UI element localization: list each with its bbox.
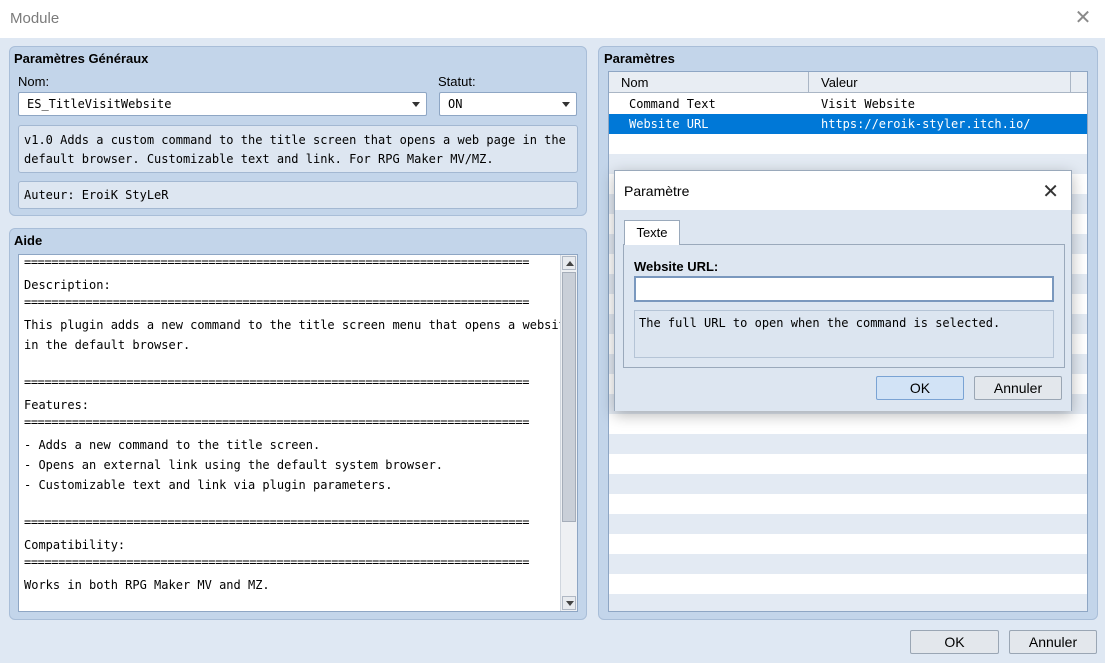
close-icon[interactable]: ✕	[1042, 179, 1059, 204]
name-label: Nom:	[18, 74, 50, 89]
help-text-area[interactable]: ========================================…	[18, 254, 578, 612]
help-separator: ========================================…	[24, 415, 530, 429]
help-separator: ========================================…	[24, 375, 530, 389]
row-name: Command Text	[629, 97, 716, 111]
help-line: in the default browser.	[24, 338, 191, 352]
help-line: This plugin adds a new command to the ti…	[24, 318, 574, 332]
dialog-cancel-button[interactable]: Annuler	[974, 376, 1062, 400]
tab-texte[interactable]: Texte	[624, 220, 680, 245]
scroll-up-button[interactable]	[562, 256, 576, 270]
dialog-body: Texte Website URL: The full URL to open …	[615, 210, 1071, 411]
chevron-down-icon	[562, 102, 570, 107]
arrow-down-icon	[566, 601, 574, 606]
help-line: Works in both RPG Maker MV and MZ.	[24, 578, 270, 592]
help-separator: ========================================…	[24, 255, 530, 269]
window-title: Module	[10, 10, 60, 27]
ok-button[interactable]: OK	[910, 630, 999, 654]
table-row[interactable]: Command Text Visit Website	[609, 94, 1087, 114]
help-line: - Customizable text and link via plugin …	[24, 478, 393, 492]
plugin-name-dropdown[interactable]: ES_TitleVisitWebsite	[18, 92, 427, 116]
dialog-ok-button[interactable]: OK	[876, 376, 964, 400]
row-name: Website URL	[629, 117, 709, 131]
scroll-thumb[interactable]	[562, 272, 576, 522]
help-line	[19, 355, 577, 375]
scroll-down-button[interactable]	[562, 596, 576, 610]
plugin-description: v1.0 Adds a custom command to the title …	[18, 125, 578, 173]
dialog-title: Paramètre	[624, 183, 690, 199]
empty-row	[609, 514, 1087, 534]
cancel-button[interactable]: Annuler	[1009, 630, 1097, 654]
help-line	[19, 495, 577, 515]
description-line-1: v1.0 Adds a custom command to the title …	[24, 133, 566, 147]
column-header-value[interactable]: Valeur	[809, 72, 1071, 93]
title-bar: Module ✕	[0, 0, 1105, 38]
close-icon[interactable]: ✕	[1073, 8, 1093, 28]
row-value: Visit Website	[821, 97, 915, 111]
help-separator: ========================================…	[24, 555, 530, 569]
description-line-2: default browser. Customizable text and l…	[24, 152, 494, 166]
parameter-dialog: Paramètre ✕ Texte Website URL: The full …	[614, 170, 1072, 411]
help-line: Compatibility:	[24, 538, 126, 552]
help-line: - Adds a new command to the title screen…	[24, 438, 321, 452]
status-label: Statut:	[438, 74, 476, 89]
table-row-selected[interactable]: Website URL https://eroik-styler.itch.io…	[609, 114, 1087, 134]
row-value: https://eroik-styler.itch.io/	[821, 117, 1031, 131]
empty-row	[609, 554, 1087, 574]
tab-panel: Website URL: The full URL to open when t…	[623, 244, 1065, 368]
help-scrollbar[interactable]	[560, 255, 577, 611]
website-url-label: Website URL:	[634, 259, 719, 274]
empty-row	[609, 474, 1087, 494]
empty-row	[609, 594, 1087, 611]
help-line: Description:	[24, 278, 111, 292]
help-line: Features:	[24, 398, 90, 412]
table-header: Nom Valeur	[609, 72, 1087, 93]
help-separator: ========================================…	[24, 515, 530, 529]
website-url-input[interactable]	[634, 276, 1054, 302]
plugin-author: Auteur: EroiK StyLeR	[18, 181, 578, 209]
help-separator: ========================================…	[24, 295, 530, 309]
help-lines: ========================================…	[19, 255, 577, 595]
general-panel-title: Paramètres Généraux	[14, 51, 149, 66]
arrow-up-icon	[566, 261, 574, 266]
empty-row	[609, 434, 1087, 454]
help-panel-title: Aide	[14, 233, 43, 248]
chevron-down-icon	[412, 102, 420, 107]
author-text: Auteur: EroiK StyLeR	[24, 188, 169, 202]
status-value: ON	[448, 97, 463, 111]
params-panel-title: Paramètres	[604, 51, 675, 66]
plugin-name-value: ES_TitleVisitWebsite	[27, 97, 172, 111]
website-url-description: The full URL to open when the command is…	[634, 310, 1054, 358]
status-dropdown[interactable]: ON	[439, 92, 577, 116]
column-header-name[interactable]: Nom	[609, 72, 809, 93]
help-line: - Opens an external link using the defau…	[24, 458, 444, 472]
